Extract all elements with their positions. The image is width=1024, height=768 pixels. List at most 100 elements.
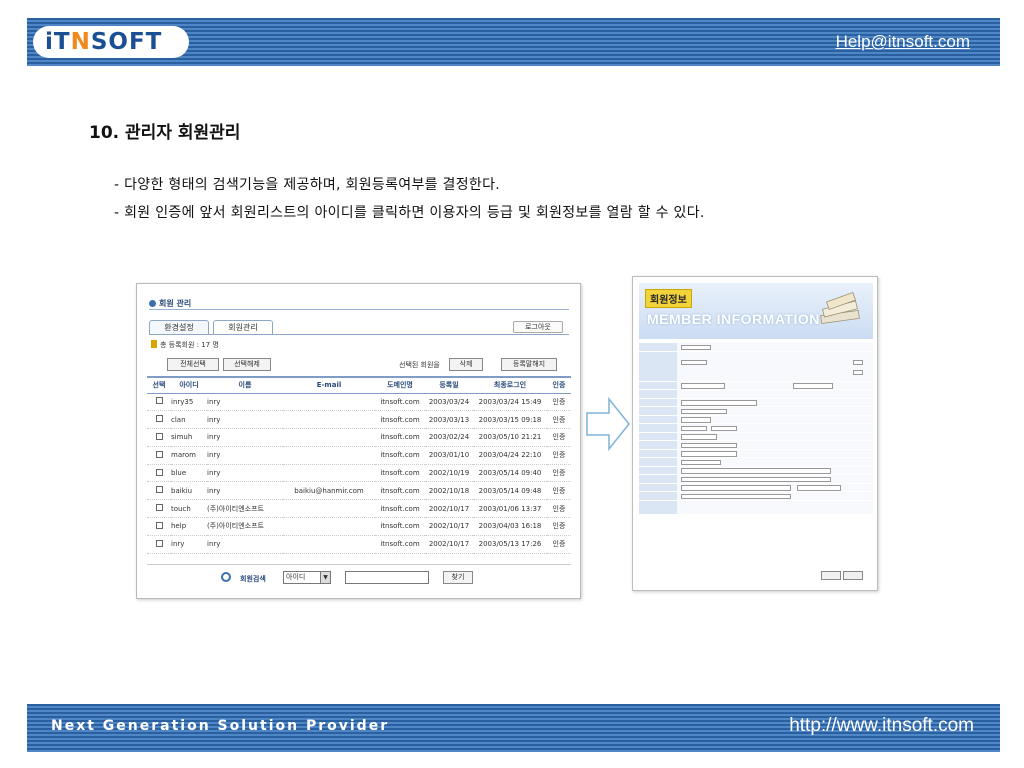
form-value	[677, 466, 873, 474]
delete-button[interactable]: 삭제	[449, 358, 483, 371]
table-row[interactable]: marom inry itnsoft.com 2003/01/10 2003/04/24…	[147, 446, 571, 465]
unregister-button[interactable]: 등록말해지	[501, 358, 557, 371]
form-input[interactable]	[681, 476, 831, 482]
row-checkbox[interactable]	[155, 397, 163, 405]
table-row[interactable]: inry35 inry itnsoft.com 2003/03/24 2003/03/2…	[147, 393, 571, 412]
cell-email	[283, 446, 375, 465]
cell-name: inry	[207, 446, 283, 465]
form-value	[677, 407, 873, 415]
form-input[interactable]	[681, 459, 721, 465]
table-header-row: 선택 아이디 이름 E-mail 도메인명 등록일 최종로그인 인증	[147, 376, 571, 394]
cell-domain: itnsoft.com	[375, 393, 425, 412]
cell-last-login: 2003/05/13 17:26	[473, 535, 547, 554]
search-input[interactable]	[345, 571, 429, 584]
search-icon	[221, 572, 231, 582]
tab-divider	[149, 334, 569, 335]
cell-last-login: 2003/01/06 13:37	[473, 499, 547, 519]
form-label	[639, 466, 677, 474]
logout-button[interactable]: 로그아웃	[513, 321, 563, 333]
tab-member-management[interactable]: 회원관리	[213, 320, 273, 335]
table-row[interactable]: baikiu inry baikiu@hanmir.com itnsoft.com 20…	[147, 481, 571, 501]
cell-domain: itnsoft.com	[375, 499, 425, 519]
form-row	[639, 398, 873, 407]
form-input[interactable]	[711, 425, 737, 431]
form-input[interactable]	[681, 442, 737, 448]
form-input[interactable]	[793, 383, 833, 389]
form-input[interactable]	[681, 493, 791, 499]
form-input[interactable]	[681, 408, 727, 414]
form-select[interactable]	[681, 359, 707, 365]
form-input[interactable]	[681, 451, 737, 457]
logo-it: iT	[45, 29, 71, 55]
form-row	[639, 343, 873, 352]
mm-title: 회원 관리	[149, 298, 191, 309]
table-row[interactable]: simuh inry itnsoft.com 2003/02/24 2003/05/10…	[147, 428, 571, 447]
row-checkbox-cell	[147, 446, 171, 465]
row-checkbox[interactable]	[155, 504, 163, 512]
table-row[interactable]: inry inry itnsoft.com 2002/10/17 2003/05/13 …	[147, 535, 571, 554]
cell-id[interactable]: inry	[171, 535, 207, 554]
circle-icon	[149, 300, 156, 307]
row-checkbox[interactable]	[155, 539, 163, 547]
form-input[interactable]	[853, 359, 863, 365]
table-row[interactable]: blue inry itnsoft.com 2002/10/19 2003/05/14 …	[147, 464, 571, 483]
form-value	[677, 424, 873, 432]
table-row[interactable]: help (주)아이티엔소프트 itnsoft.com 2002/10/17 2003/…	[147, 517, 571, 536]
form-input[interactable]	[681, 344, 711, 350]
cell-registered: 2002/10/18	[425, 481, 473, 501]
deselect-button[interactable]: 선택해제	[223, 358, 271, 371]
row-checkbox[interactable]	[155, 486, 163, 494]
confirm-button[interactable]	[821, 571, 841, 580]
cell-registered: 2003/03/13	[425, 410, 473, 430]
tab-settings[interactable]: 환경설정	[149, 320, 209, 335]
column-header: 선택	[147, 376, 171, 394]
search-button[interactable]: 찾기	[443, 571, 473, 584]
cell-id[interactable]: help	[171, 517, 207, 536]
form-input[interactable]	[681, 425, 707, 431]
form-value	[677, 500, 873, 514]
row-checkbox[interactable]	[155, 415, 163, 423]
cell-id[interactable]: blue	[171, 464, 207, 483]
form-label	[639, 483, 677, 491]
cell-email	[283, 535, 375, 554]
column-header: 이름	[207, 376, 283, 394]
cancel-button[interactable]	[843, 571, 863, 580]
cell-domain: itnsoft.com	[375, 481, 425, 501]
form-select[interactable]	[681, 400, 757, 406]
form-value	[677, 458, 873, 466]
form-row	[639, 492, 873, 501]
cell-name: (주)아이티엔소프트	[207, 499, 283, 519]
row-checkbox[interactable]	[155, 450, 163, 458]
form-value	[677, 483, 873, 491]
cell-id[interactable]: simuh	[171, 428, 207, 447]
form-label	[639, 449, 677, 457]
form-input[interactable]	[681, 383, 725, 389]
itnsoft-logo[interactable]: iTNSOFT	[33, 26, 189, 58]
form-row	[639, 351, 873, 382]
row-checkbox[interactable]	[155, 521, 163, 529]
cell-name: inry	[207, 481, 283, 501]
cell-id[interactable]: touch	[171, 499, 207, 519]
row-checkbox[interactable]	[155, 468, 163, 476]
form-input[interactable]	[681, 468, 831, 474]
select-all-button[interactable]: 전체선택	[167, 358, 219, 371]
cell-id[interactable]: baikiu	[171, 481, 207, 501]
form-select[interactable]	[797, 485, 841, 491]
cell-id[interactable]: inry35	[171, 393, 207, 412]
form-input[interactable]	[681, 434, 717, 440]
cell-id[interactable]: clan	[171, 410, 207, 430]
row-checkbox[interactable]	[155, 432, 163, 440]
form-input[interactable]	[853, 369, 863, 375]
table-row[interactable]: touch (주)아이티엔소프트 itnsoft.com 2002/10/17 2003…	[147, 499, 571, 519]
cell-id[interactable]: marom	[171, 446, 207, 465]
cell-domain: itnsoft.com	[375, 446, 425, 465]
website-url[interactable]: http://www.itnsoft.com	[789, 715, 974, 737]
cell-auth: 인증	[547, 481, 571, 501]
table-row[interactable]: clan inry itnsoft.com 2003/03/13 2003/03/15 …	[147, 410, 571, 430]
cell-last-login: 2003/04/24 22:10	[473, 446, 547, 465]
cell-last-login: 2003/05/14 09:48	[473, 481, 547, 501]
search-field-select[interactable]: 아이디 ▼	[283, 571, 331, 584]
form-input[interactable]	[681, 485, 791, 491]
form-input[interactable]	[681, 417, 711, 423]
help-email-link[interactable]: Help@itnsoft.com	[836, 32, 970, 52]
